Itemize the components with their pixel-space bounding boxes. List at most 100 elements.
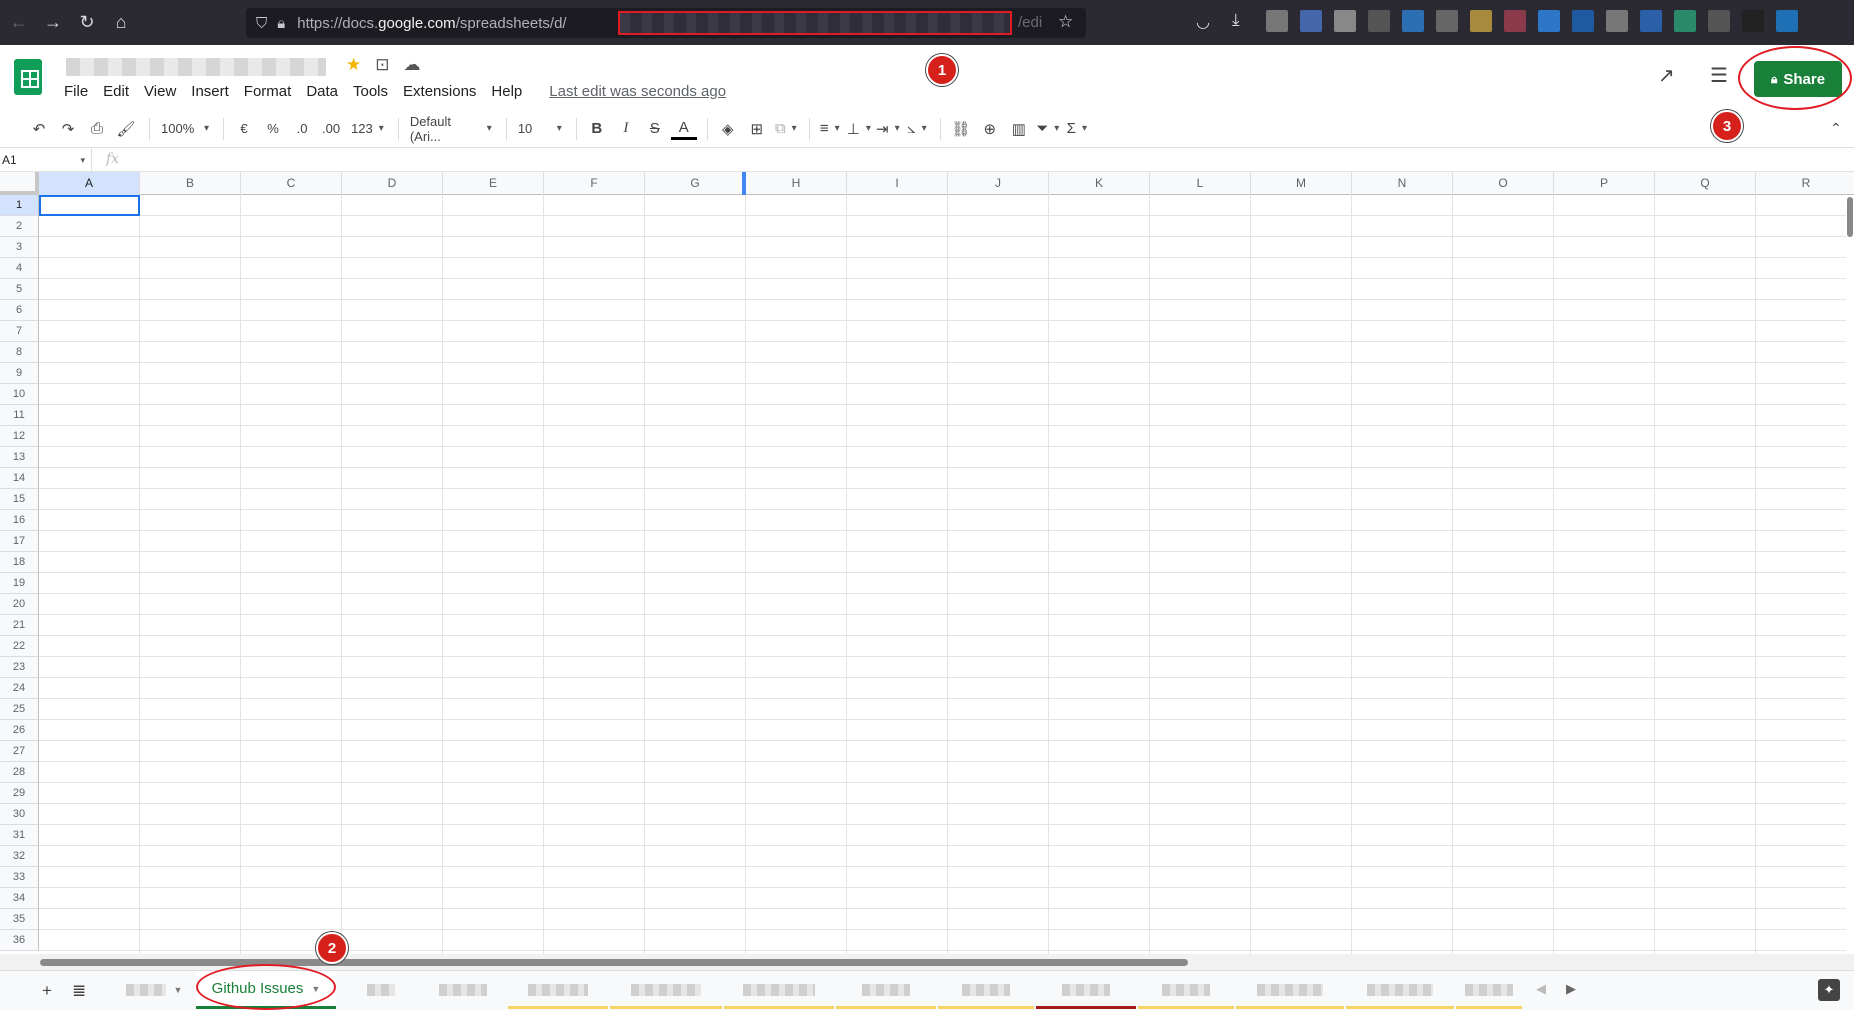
paint-format-icon[interactable]: 🖌︎ xyxy=(113,116,139,142)
scroll-left-icon[interactable]: ◀ xyxy=(1536,981,1546,997)
fill-color-icon[interactable]: ◈ xyxy=(715,116,741,142)
all-sheets-icon[interactable]: ≣ xyxy=(72,981,86,1001)
sheet-tab-redacted[interactable] xyxy=(508,971,608,1009)
column-header[interactable]: E xyxy=(443,172,544,195)
comments-icon[interactable]: ☰ xyxy=(1710,63,1728,88)
column-header[interactable]: R xyxy=(1756,172,1854,195)
row-header[interactable]: 15 xyxy=(0,489,39,510)
zoom-select[interactable]: 100% xyxy=(157,116,213,142)
row-header[interactable]: 16 xyxy=(0,510,39,531)
extension-icon[interactable] xyxy=(1572,10,1594,32)
row-header[interactable]: 3 xyxy=(0,237,39,258)
address-bar[interactable]: ⛉ 🔒︎ https://docs.google.com/spreadsheet… xyxy=(246,8,1086,38)
menu-file[interactable]: File xyxy=(64,83,97,100)
row-header[interactable]: 18 xyxy=(0,552,39,573)
italic-icon[interactable]: I xyxy=(613,116,639,142)
row-header[interactable]: 20 xyxy=(0,594,39,615)
row-header[interactable]: 8 xyxy=(0,342,39,363)
row-header[interactable]: 5 xyxy=(0,279,39,300)
text-color-icon[interactable]: A xyxy=(670,118,697,140)
row-header[interactable]: 2 xyxy=(0,216,39,237)
font-family-select[interactable]: Default (Ari... xyxy=(406,114,496,144)
row-header[interactable]: 33 xyxy=(0,867,39,888)
extension-icon[interactable] xyxy=(1606,10,1628,32)
row-header[interactable]: 9 xyxy=(0,363,39,384)
reload-icon[interactable]: ↻ xyxy=(70,6,104,40)
select-all-corner[interactable] xyxy=(0,172,39,195)
extension-icon[interactable] xyxy=(1742,10,1764,32)
row-header[interactable]: 28 xyxy=(0,762,39,783)
menu-data[interactable]: Data xyxy=(306,83,347,100)
row-header[interactable]: 34 xyxy=(0,888,39,909)
active-cell-a1[interactable] xyxy=(39,195,140,216)
row-header[interactable]: 27 xyxy=(0,741,39,762)
row-header[interactable]: 14 xyxy=(0,468,39,489)
strikethrough-icon[interactable]: S xyxy=(642,116,668,142)
sheet-tab-redacted[interactable] xyxy=(346,971,416,1009)
menu-extensions[interactable]: Extensions xyxy=(403,83,485,100)
sheet-tab-redacted[interactable]: ▼ xyxy=(114,971,194,1009)
currency-format-button[interactable]: € xyxy=(231,116,257,142)
formula-input[interactable] xyxy=(136,148,1854,172)
menu-tools[interactable]: Tools xyxy=(353,83,397,100)
row-header[interactable]: 22 xyxy=(0,636,39,657)
decrease-decimal-button[interactable]: .0 xyxy=(289,116,315,142)
row-header[interactable]: 4 xyxy=(0,258,39,279)
column-header[interactable]: H xyxy=(746,172,847,195)
cell-area[interactable] xyxy=(39,195,1854,954)
row-header[interactable]: 23 xyxy=(0,657,39,678)
scrollbar-thumb[interactable] xyxy=(1847,197,1853,237)
extension-icon[interactable] xyxy=(1640,10,1662,32)
column-header[interactable]: K xyxy=(1049,172,1150,195)
row-header[interactable]: 19 xyxy=(0,573,39,594)
functions-icon[interactable]: Σ xyxy=(1064,116,1090,142)
row-header[interactable]: 32 xyxy=(0,846,39,867)
font-size-select[interactable]: 10 xyxy=(514,116,566,142)
sheet-tab-redacted[interactable] xyxy=(938,971,1034,1009)
extension-icon[interactable] xyxy=(1436,10,1458,32)
column-header[interactable]: C xyxy=(241,172,342,195)
extension-icon[interactable] xyxy=(1776,10,1798,32)
star-icon[interactable]: ★ xyxy=(346,55,361,75)
activity-trend-icon[interactable]: ↗ xyxy=(1658,63,1675,88)
menu-insert[interactable]: Insert xyxy=(191,83,238,100)
download-icon[interactable]: ⤓ xyxy=(1232,10,1240,30)
row-header[interactable]: 10 xyxy=(0,384,39,405)
text-wrap-icon[interactable]: ⇥ xyxy=(875,116,901,142)
menu-edit[interactable]: Edit xyxy=(103,83,138,100)
row-header[interactable]: 30 xyxy=(0,804,39,825)
extension-icon[interactable] xyxy=(1368,10,1390,32)
row-header[interactable]: 31 xyxy=(0,825,39,846)
increase-decimal-button[interactable]: .00 xyxy=(318,116,344,142)
scroll-right-icon[interactable]: ▶ xyxy=(1566,981,1576,997)
forward-icon[interactable]: → xyxy=(36,6,70,40)
document-title-redacted[interactable] xyxy=(66,58,326,76)
column-header[interactable]: G xyxy=(645,172,746,195)
row-header[interactable]: 25 xyxy=(0,699,39,720)
row-header[interactable]: 13 xyxy=(0,447,39,468)
percent-format-button[interactable]: % xyxy=(260,116,286,142)
number-format-select[interactable]: 123 xyxy=(347,116,388,142)
sheet-tab-redacted[interactable] xyxy=(1138,971,1234,1009)
column-header[interactable]: M xyxy=(1251,172,1352,195)
text-rotate-icon[interactable]: ⦣ xyxy=(904,116,930,142)
extension-icon[interactable] xyxy=(1708,10,1730,32)
undo-icon[interactable]: ↶ xyxy=(26,116,52,142)
sheet-tab-redacted[interactable] xyxy=(1456,971,1522,1009)
vertical-align-icon[interactable]: ⊥ xyxy=(846,116,872,142)
insert-link-icon[interactable]: ⛓ xyxy=(948,116,974,142)
menu-format[interactable]: Format xyxy=(244,83,301,100)
sheet-tab-redacted[interactable] xyxy=(420,971,506,1009)
extension-icon[interactable] xyxy=(1504,10,1526,32)
sheet-tab-redacted[interactable] xyxy=(1036,971,1136,1009)
back-icon[interactable]: ← xyxy=(2,6,36,40)
insert-comment-icon[interactable]: ⊕ xyxy=(977,116,1003,142)
column-header[interactable]: J xyxy=(948,172,1049,195)
column-header[interactable]: B xyxy=(140,172,241,195)
row-header[interactable]: 26 xyxy=(0,720,39,741)
sheet-tab-redacted[interactable] xyxy=(1236,971,1344,1009)
sheets-logo-icon[interactable] xyxy=(14,59,42,95)
collapse-menus-icon[interactable]: ⌃ xyxy=(1830,120,1842,137)
row-header[interactable]: 35 xyxy=(0,909,39,930)
row-header[interactable]: 7 xyxy=(0,321,39,342)
